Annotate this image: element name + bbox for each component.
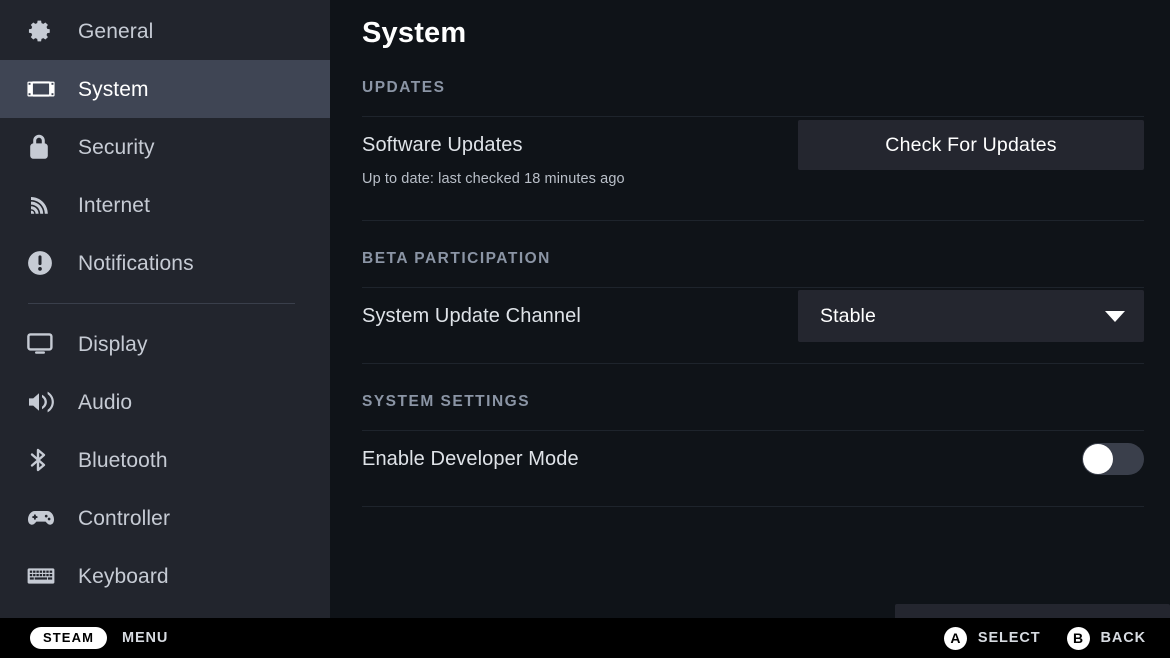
page-title: System [362,17,467,49]
sidebar-item-display[interactable]: Display [0,315,330,373]
sidebar-item-controller[interactable]: Controller [0,489,330,547]
settings-window: General System Security Internet Notific… [0,0,1170,658]
footer-right-group: A SELECT B BACK [943,626,1147,650]
sidebar-item-label: Controller [78,506,171,530]
footer-left-group: STEAM MENU [30,627,944,649]
a-button-icon: A [943,626,967,650]
section-header-beta-participation: BETA PARTICIPATION [362,250,551,267]
offscreen-control-partial[interactable] [895,604,1170,618]
sidebar-item-notifications[interactable]: Notifications [0,234,330,292]
keyboard-icon [27,567,61,585]
sidebar-divider [28,303,295,304]
wifi-icon [27,193,61,217]
sidebar-item-label: General [78,19,154,43]
hint-label: SELECT [977,630,1041,646]
toggle-knob [1083,444,1113,474]
row-control: Check For Updates [798,120,1144,170]
hint-select[interactable]: A SELECT [943,626,1041,650]
steam-button-pill[interactable]: STEAM [30,627,107,649]
exclamation-circle-icon [27,250,61,276]
sidebar-item-label: Internet [78,193,151,217]
gamepad-icon [27,508,61,528]
sidebar-item-general[interactable]: General [0,2,330,60]
sidebar-item-internet[interactable]: Internet [0,176,330,234]
speaker-icon [27,390,61,414]
row-control [1082,443,1144,475]
check-for-updates-button[interactable]: Check For Updates [798,120,1144,170]
lock-icon [27,134,61,160]
system-update-channel-dropdown[interactable]: Stable [798,290,1144,342]
settings-content-pane: System UPDATES Software Updates Check Fo… [330,0,1170,618]
footer-menu-label: MENU [122,630,169,646]
footer-hint-bar: STEAM MENU A SELECT B BACK [0,618,1170,658]
chevron-down-icon [1105,310,1125,322]
row-label: Enable Developer Mode [362,447,579,470]
update-status-note: Up to date: last checked 18 minutes ago [362,171,625,187]
handheld-device-icon [27,79,61,99]
row-control: Stable [798,290,1144,342]
section-header-system-settings: SYSTEM SETTINGS [362,393,531,410]
row-enable-developer-mode: Enable Developer Mode [362,431,1144,487]
section-header-updates: UPDATES [362,79,446,96]
sidebar-item-bluetooth[interactable]: Bluetooth [0,431,330,489]
sidebar-item-label: Notifications [78,251,194,275]
sidebar-item-audio[interactable]: Audio [0,373,330,431]
hint-label: BACK [1100,630,1146,646]
sidebar-item-label: Audio [78,390,133,414]
sidebar-item-label: Display [78,332,148,356]
hint-back[interactable]: B BACK [1066,626,1147,650]
bluetooth-icon [27,447,61,473]
sidebar-item-label: Bluetooth [78,448,168,472]
row-label: Software Updates [362,133,523,156]
row-system-update-channel: System Update Channel Stable [362,288,1144,344]
settings-sidebar[interactable]: General System Security Internet Notific… [0,0,330,618]
row-software-updates: Software Updates Check For Updates [362,117,1144,173]
sidebar-item-security[interactable]: Security [0,118,330,176]
row-label: System Update Channel [362,304,581,327]
row-divider [362,363,1144,364]
sidebar-item-label: Security [78,135,155,159]
gear-icon [27,18,61,44]
monitor-icon [27,332,61,356]
sidebar-item-system[interactable]: System [0,60,330,118]
sidebar-item-label: System [78,77,149,101]
enable-developer-mode-toggle[interactable] [1082,443,1144,475]
dropdown-selected-value: Stable [820,304,876,327]
window-body: General System Security Internet Notific… [0,0,1170,618]
sidebar-item-keyboard[interactable]: Keyboard [0,547,330,605]
row-divider [362,506,1144,507]
sidebar-item-label: Keyboard [78,564,169,588]
row-divider [362,220,1144,221]
b-button-icon: B [1066,626,1090,650]
